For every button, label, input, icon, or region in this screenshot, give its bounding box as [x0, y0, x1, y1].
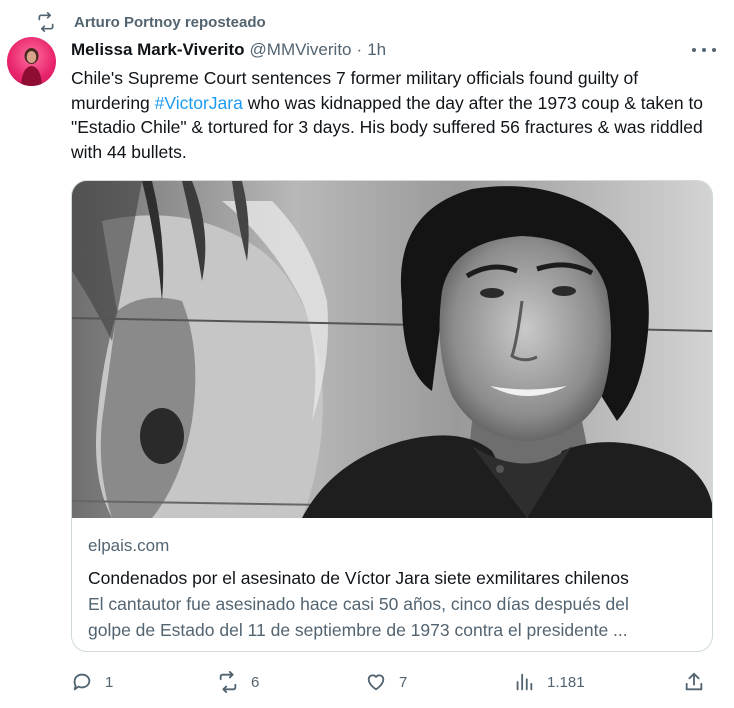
action-bar: 1 6 7 1.181	[71, 668, 713, 696]
card-title[interactable]: Condenados por el asesinato de Víctor Ja…	[88, 566, 698, 590]
card-body[interactable]: elpais.com Condenados por el asesinato d…	[88, 535, 698, 643]
views-chart-icon	[516, 673, 533, 691]
view-count: 1.181	[547, 673, 585, 691]
repost-label[interactable]: Arturo Portnoy reposteado	[74, 14, 266, 31]
more-options-icon[interactable]	[692, 42, 716, 58]
heart-icon	[367, 674, 385, 691]
avatar[interactable]	[7, 37, 56, 86]
card-domain: elpais.com	[88, 536, 170, 555]
avatar-person-icon	[21, 48, 42, 86]
views-button[interactable]: 1.181	[513, 668, 585, 696]
like-button[interactable]: 7	[365, 668, 407, 696]
repost-button[interactable]: 6	[217, 668, 259, 696]
reply-button[interactable]: 1	[71, 668, 113, 696]
tweet-text: Chile's Supreme Court sentences 7 former…	[71, 66, 711, 164]
tweet-header: Melissa Mark-Viverito @MMViverito · 1h	[71, 38, 718, 62]
card-description-line-2: golpe de Estado del 11 de septiembre de …	[88, 620, 628, 640]
share-icon	[685, 672, 703, 691]
like-count: 7	[399, 673, 408, 691]
repost-icon	[219, 671, 237, 693]
card-description-line-1: El cantautor fue asesinado hace casi 50 …	[88, 594, 629, 614]
repost-indicator[interactable]: Arturo Portnoy reposteado	[36, 10, 266, 34]
card-image[interactable]	[72, 181, 713, 518]
reply-icon	[73, 673, 91, 691]
repost-icon	[38, 12, 54, 32]
repost-count: 6	[251, 673, 260, 691]
separator-dot: ·	[356, 40, 363, 59]
timestamp[interactable]: 1h	[367, 40, 386, 60]
hashtag-link[interactable]: #VictorJara	[155, 93, 243, 113]
card-description: El cantautor fue asesinado hace casi 50 …	[88, 591, 698, 643]
link-card[interactable]: elpais.com Condenados por el asesinato d…	[71, 180, 713, 652]
share-button[interactable]	[683, 668, 705, 696]
reply-count: 1	[105, 673, 114, 691]
author-handle[interactable]: @MMViverito	[250, 40, 352, 60]
author-name[interactable]: Melissa Mark-Viverito	[71, 40, 245, 60]
